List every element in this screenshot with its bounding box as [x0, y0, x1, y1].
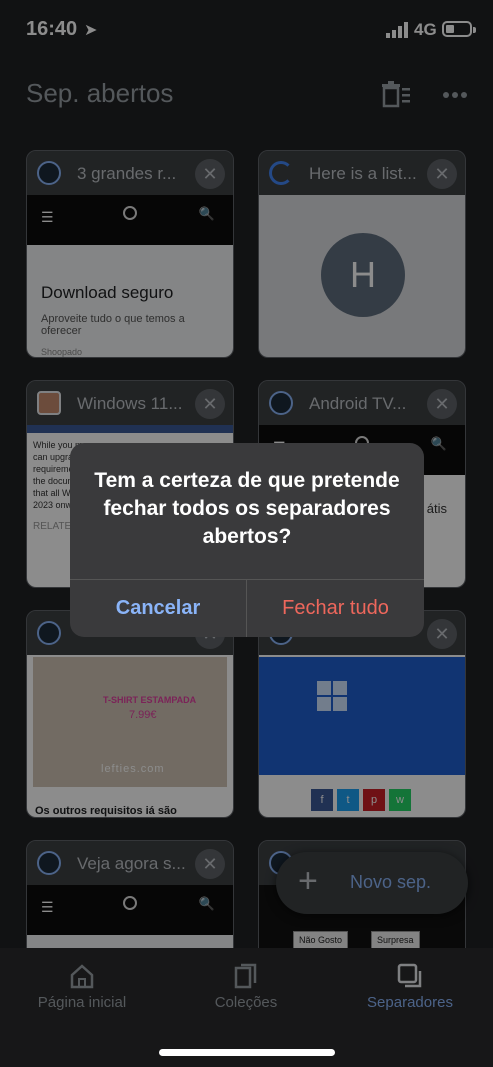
close-all-button[interactable]: Fechar tudo — [247, 580, 424, 637]
confirm-close-all-dialog: Tem a certeza de que pretende fechar tod… — [70, 443, 424, 637]
dialog-message: Tem a certeza de que pretende fechar tod… — [94, 469, 400, 548]
cancel-button[interactable]: Cancelar — [70, 580, 246, 637]
home-indicator — [159, 1049, 335, 1056]
